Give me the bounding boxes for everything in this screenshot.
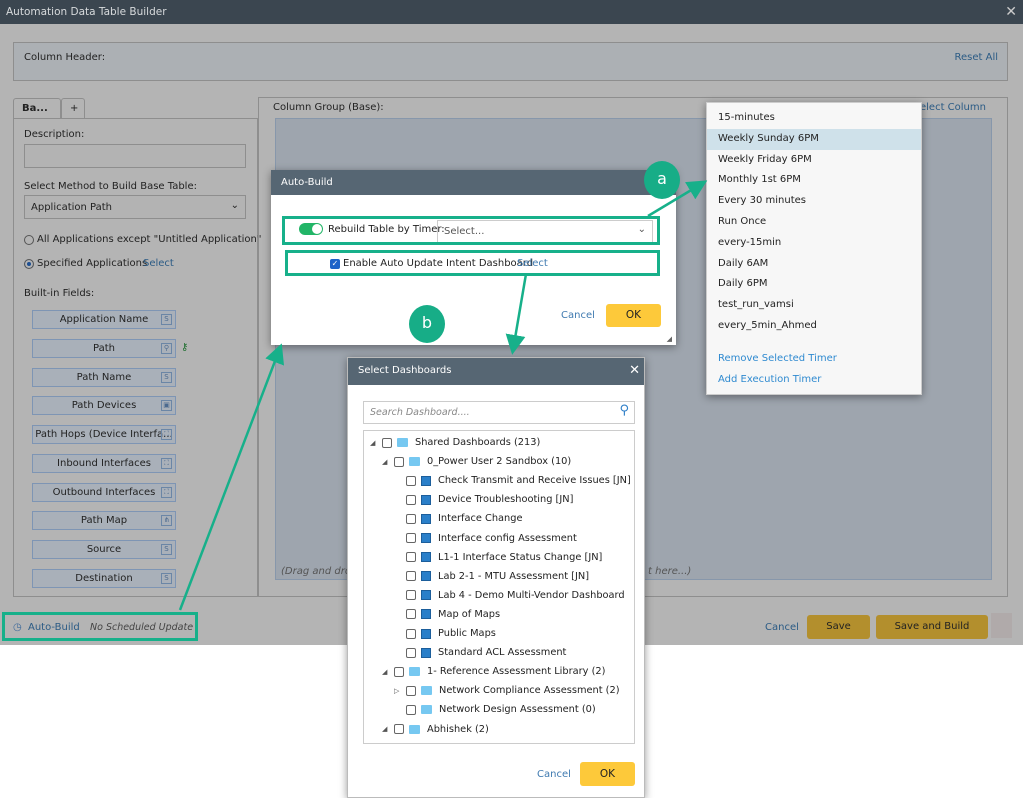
annotation-b: b: [409, 305, 445, 343]
annotation-arrows: [178, 180, 708, 611]
annotation-a: a: [644, 161, 680, 199]
